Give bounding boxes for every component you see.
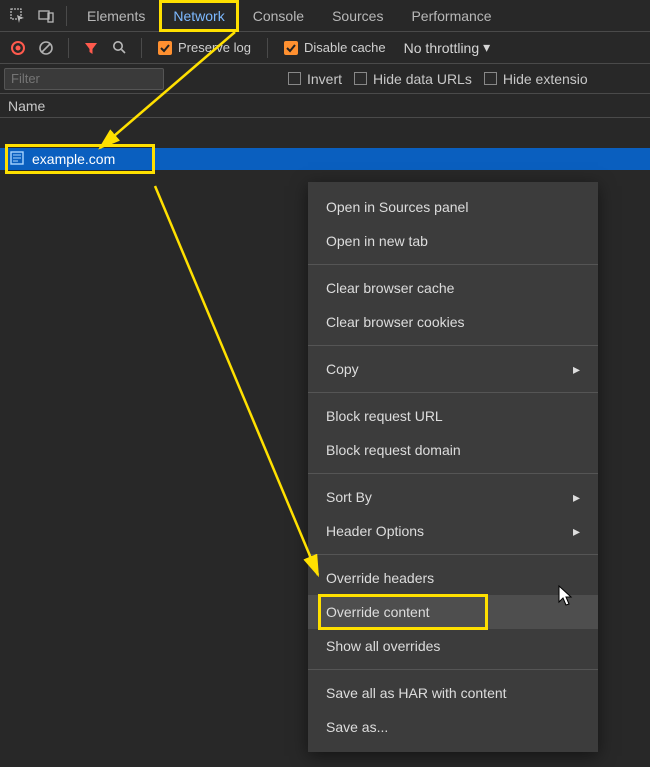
menu-label: Save as...	[326, 719, 388, 735]
preserve-log-label: Preserve log	[178, 40, 251, 55]
tab-performance[interactable]: Performance	[397, 0, 505, 32]
record-icon[interactable]	[6, 36, 30, 60]
menu-label: Block request domain	[326, 442, 461, 458]
menu-label: Clear browser cache	[326, 280, 454, 296]
menu-divider	[308, 392, 598, 393]
tab-console[interactable]: Console	[239, 0, 318, 32]
search-icon[interactable]	[107, 36, 131, 60]
request-row[interactable]: example.com	[0, 148, 650, 170]
device-toggle-icon[interactable]	[32, 2, 60, 30]
spacer	[0, 118, 650, 148]
menu-override-content[interactable]: Override content	[308, 595, 598, 629]
menu-block-url[interactable]: Block request URL	[308, 399, 598, 433]
menu-divider	[308, 345, 598, 346]
checkbox-icon	[354, 72, 367, 85]
document-icon	[10, 151, 24, 168]
menu-divider	[308, 473, 598, 474]
menu-sort-by[interactable]: Sort By ▸	[308, 480, 598, 514]
throttling-dropdown[interactable]: No throttling ▾	[396, 39, 499, 56]
checkbox-icon	[288, 72, 301, 85]
hide-extensions-label: Hide extensio	[503, 71, 588, 87]
menu-open-sources[interactable]: Open in Sources panel	[308, 190, 598, 224]
hide-data-urls-label: Hide data URLs	[373, 71, 472, 87]
menu-divider	[308, 669, 598, 670]
chevron-down-icon: ▾	[483, 39, 490, 56]
menu-block-domain[interactable]: Block request domain	[308, 433, 598, 467]
table-header-name[interactable]: Name	[0, 94, 650, 118]
separator	[141, 38, 142, 58]
network-toolbar: Preserve log Disable cache No throttling…	[0, 32, 650, 64]
menu-clear-cache[interactable]: Clear browser cache	[308, 271, 598, 305]
menu-label: Show all overrides	[326, 638, 440, 654]
menu-clear-cookies[interactable]: Clear browser cookies	[308, 305, 598, 339]
menu-override-headers[interactable]: Override headers	[308, 561, 598, 595]
menu-label: Header Options	[326, 523, 424, 539]
menu-divider	[308, 554, 598, 555]
request-name: example.com	[32, 151, 115, 167]
filter-bar: Invert Hide data URLs Hide extensio	[0, 64, 650, 94]
menu-label: Sort By	[326, 489, 372, 505]
tab-network[interactable]: Network	[159, 0, 238, 32]
filter-input[interactable]	[4, 68, 164, 90]
devtools-tabbar: Elements Network Console Sources Perform…	[0, 0, 650, 32]
submenu-arrow-icon: ▸	[573, 489, 580, 506]
invert-checkbox[interactable]: Invert	[288, 71, 342, 87]
hide-data-urls-checkbox[interactable]: Hide data URLs	[354, 71, 472, 87]
menu-save-as[interactable]: Save as...	[308, 710, 598, 744]
menu-label: Clear browser cookies	[326, 314, 465, 330]
tab-elements[interactable]: Elements	[73, 0, 159, 32]
menu-label: Block request URL	[326, 408, 443, 424]
submenu-arrow-icon: ▸	[573, 523, 580, 540]
clear-icon[interactable]	[34, 36, 58, 60]
menu-label: Save all as HAR with content	[326, 685, 507, 701]
hide-extensions-checkbox[interactable]: Hide extensio	[484, 71, 588, 87]
separator	[66, 6, 67, 26]
tab-sources[interactable]: Sources	[318, 0, 397, 32]
preserve-log-checkbox[interactable]: Preserve log	[152, 40, 257, 55]
menu-label: Open in new tab	[326, 233, 428, 249]
disable-cache-label: Disable cache	[304, 40, 386, 55]
menu-open-tab[interactable]: Open in new tab	[308, 224, 598, 258]
checkbox-checked-icon	[158, 41, 172, 55]
checkbox-checked-icon	[284, 41, 298, 55]
menu-save-har[interactable]: Save all as HAR with content	[308, 676, 598, 710]
menu-copy[interactable]: Copy ▸	[308, 352, 598, 386]
menu-show-overrides[interactable]: Show all overrides	[308, 629, 598, 663]
menu-label: Override content	[326, 604, 430, 620]
separator	[267, 38, 268, 58]
checkbox-icon	[484, 72, 497, 85]
menu-label: Override headers	[326, 570, 434, 586]
menu-label: Copy	[326, 361, 359, 377]
menu-label: Open in Sources panel	[326, 199, 468, 215]
separator	[68, 38, 69, 58]
invert-label: Invert	[307, 71, 342, 87]
menu-header-options[interactable]: Header Options ▸	[308, 514, 598, 548]
cursor-icon	[558, 585, 574, 607]
throttling-label: No throttling	[404, 40, 479, 56]
menu-divider	[308, 264, 598, 265]
inspect-icon[interactable]	[4, 2, 32, 30]
disable-cache-checkbox[interactable]: Disable cache	[278, 40, 392, 55]
filter-icon[interactable]	[79, 36, 103, 60]
context-menu: Open in Sources panel Open in new tab Cl…	[308, 182, 598, 752]
submenu-arrow-icon: ▸	[573, 361, 580, 378]
